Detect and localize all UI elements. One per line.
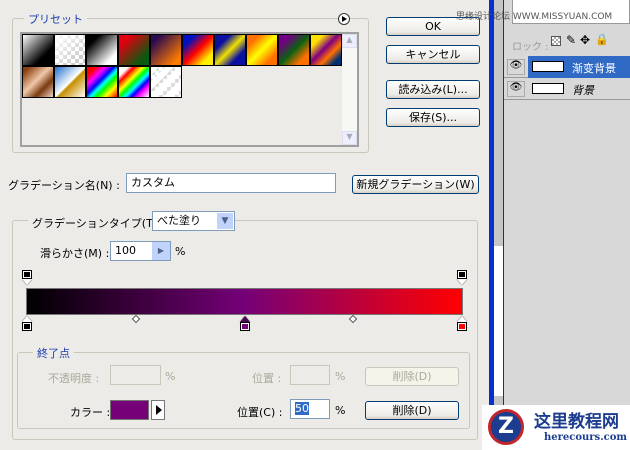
opacity-unit: % bbox=[165, 370, 176, 383]
opacity-label: 不透明度 : bbox=[48, 372, 100, 385]
layers-panel: ロック : ✎ ✥ 🔒 👁 渐变背景 👁 背景 bbox=[504, 0, 630, 450]
preset-swatch[interactable] bbox=[150, 66, 182, 98]
preset-swatch[interactable] bbox=[150, 34, 182, 66]
preset-swatch[interactable] bbox=[182, 34, 214, 66]
preset-swatch[interactable] bbox=[86, 34, 118, 66]
arrow-right-icon bbox=[342, 16, 347, 22]
preset-swatch[interactable] bbox=[54, 66, 86, 98]
opacity-position-label: 位置 : bbox=[252, 372, 282, 385]
gradient-bar[interactable] bbox=[26, 288, 463, 315]
preset-swatch[interactable] bbox=[54, 34, 86, 66]
arrow-right-icon bbox=[156, 405, 162, 415]
lock-brush-icon[interactable]: ✎ bbox=[566, 33, 576, 47]
smoothness-label: 滑らかさ(M) : bbox=[40, 247, 110, 260]
smoothness-input[interactable]: 100 ▶ bbox=[110, 241, 171, 261]
layer-thumbnail bbox=[532, 61, 564, 72]
color-swatch[interactable] bbox=[110, 400, 149, 420]
preset-swatch[interactable] bbox=[246, 34, 278, 66]
color-position-input[interactable]: 50 bbox=[290, 399, 330, 419]
color-position-label: 位置(C) : bbox=[237, 406, 283, 419]
load-button[interactable]: 読み込み(L)... bbox=[386, 80, 480, 99]
color-stop[interactable] bbox=[239, 316, 250, 332]
layer-thumbnail bbox=[532, 83, 564, 94]
logo-title: 这里教程网 bbox=[534, 412, 619, 432]
preset-swatch[interactable] bbox=[214, 34, 246, 66]
delete-opacity-stop-button[interactable]: 削除(D) bbox=[365, 367, 459, 386]
layer-name: 渐变背景 bbox=[572, 62, 616, 75]
gradient-name-input[interactable]: カスタム bbox=[126, 173, 336, 193]
gradient-type-value: べた塗り bbox=[157, 214, 201, 227]
preset-list[interactable]: ▲ ▼ bbox=[20, 32, 359, 147]
layer-row[interactable]: 👁 背景 bbox=[504, 78, 630, 100]
lock-transparency-icon[interactable] bbox=[551, 36, 561, 46]
new-gradient-button[interactable]: 新規グラデーション(W) bbox=[352, 175, 479, 194]
gradient-type-select[interactable]: べた塗り ▼ bbox=[152, 211, 235, 231]
delete-color-stop-button[interactable]: 削除(D) bbox=[365, 401, 459, 420]
endpoint-label: 終了点 bbox=[33, 345, 74, 361]
smoothness-unit: % bbox=[175, 245, 186, 258]
logo-url: herecours.com bbox=[544, 432, 628, 443]
opacity-position-input[interactable] bbox=[290, 365, 330, 385]
presets-label: プリセット bbox=[24, 11, 87, 27]
presets-menu-button[interactable] bbox=[338, 13, 350, 25]
preset-swatch[interactable] bbox=[118, 34, 150, 66]
opacity-input[interactable] bbox=[110, 365, 161, 385]
preset-scrollbar[interactable]: ▲ ▼ bbox=[342, 34, 357, 145]
scroll-up-button[interactable]: ▲ bbox=[342, 34, 357, 48]
opacity-position-unit: % bbox=[335, 370, 346, 383]
eye-icon[interactable]: 👁 bbox=[507, 81, 525, 97]
gradient-type-label: グラデーションタイプ(T) : bbox=[28, 215, 169, 231]
save-button[interactable]: 保存(S)... bbox=[386, 108, 480, 127]
smoothness-value: 100 bbox=[115, 244, 136, 257]
lock-move-icon[interactable]: ✥ bbox=[580, 33, 590, 47]
lock-label: ロック : bbox=[512, 42, 549, 53]
layer-row[interactable]: 👁 渐变背景 bbox=[504, 56, 630, 78]
scroll-strip bbox=[494, 0, 504, 450]
preset-swatch[interactable] bbox=[22, 66, 54, 98]
logo-z-icon: Z bbox=[488, 409, 524, 445]
opacity-stop[interactable] bbox=[22, 270, 32, 286]
color-stop[interactable] bbox=[22, 316, 32, 332]
layer-name: 背景 bbox=[572, 84, 594, 97]
scroll-down-button[interactable]: ▼ bbox=[342, 131, 357, 145]
color-stop[interactable] bbox=[457, 316, 467, 332]
lock-all-icon[interactable]: 🔒 bbox=[595, 33, 609, 46]
color-position-value: 50 bbox=[295, 402, 309, 415]
opacity-stop[interactable] bbox=[457, 270, 467, 286]
color-menu-button[interactable] bbox=[151, 400, 165, 420]
watermark-top: 思缘设计论坛 WWW.MISSYUAN.COM bbox=[456, 12, 613, 22]
slider-arrow-icon[interactable]: ▶ bbox=[152, 242, 170, 260]
site-logo: Z 这里教程网 herecours.com bbox=[482, 405, 630, 450]
preset-swatch[interactable] bbox=[86, 66, 118, 98]
preset-swatch[interactable] bbox=[22, 34, 54, 66]
gradient-name-label: グラデーション名(N) : bbox=[8, 179, 120, 192]
preset-swatch[interactable] bbox=[310, 34, 342, 66]
cancel-button[interactable]: キャンセル bbox=[386, 45, 480, 64]
color-label: カラー : bbox=[70, 406, 111, 419]
preset-swatch[interactable] bbox=[278, 34, 310, 66]
chevron-down-icon: ▼ bbox=[217, 213, 233, 229]
color-position-unit: % bbox=[335, 404, 346, 417]
preset-swatch[interactable] bbox=[118, 66, 150, 98]
eye-icon[interactable]: 👁 bbox=[507, 59, 525, 75]
